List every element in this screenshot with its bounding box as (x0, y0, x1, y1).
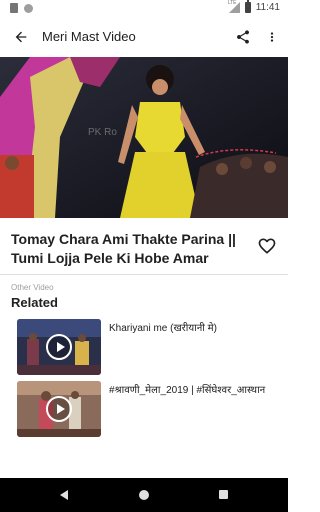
share-button[interactable] (232, 26, 254, 48)
sync-dot-icon (24, 3, 33, 13)
network-type: LTE (227, 0, 237, 6)
back-button[interactable] (10, 26, 32, 48)
more-vert-icon (270, 32, 274, 42)
more-options-button[interactable] (262, 26, 282, 48)
related-video-title: #श्रावणी_मेला_2019 | #सिंघेश्वर_आस्थान (109, 385, 266, 396)
related-video-item[interactable]: Khariyani me (खरीयानी मे) (0, 319, 288, 377)
status-right-icons: LTE 11:41 (227, 0, 280, 13)
play-circle-icon (46, 396, 72, 422)
app-bar: Meri Mast Video (0, 17, 288, 57)
battery-icon (244, 0, 251, 13)
share-icon (237, 30, 249, 44)
nav-back-icon[interactable] (60, 490, 68, 500)
play-circle-icon (46, 334, 72, 360)
file-icon (10, 3, 18, 13)
related-video-item[interactable]: #श्रावणी_मेला_2019 | #सिंघेश्वर_आस्थान (0, 381, 288, 439)
nav-recents-icon[interactable] (219, 490, 228, 499)
related-video-title: Khariyani me (खरीयानी मे) (109, 323, 217, 334)
page-title: Meri Mast Video (42, 29, 136, 44)
system-nav-bar (0, 478, 288, 512)
video-title: Tomay Chara Ami Thakte Parina || Tumi Lo… (11, 231, 236, 266)
signal-icon: LTE (227, 0, 240, 13)
video-player[interactable]: PK Ro (0, 57, 288, 218)
status-left-icons (10, 3, 33, 13)
video-thumbnail[interactable] (17, 319, 101, 375)
section-caption: Other Video (11, 283, 54, 292)
heart-outline-icon (258, 238, 276, 254)
favorite-button[interactable] (256, 235, 278, 257)
video-thumbnail[interactable] (17, 381, 101, 437)
section-heading: Related (11, 295, 58, 310)
video-watermark: PK Ro (88, 127, 117, 138)
divider (0, 274, 288, 275)
status-bar: LTE 11:41 (0, 0, 288, 17)
status-time: 11:41 (255, 2, 280, 13)
nav-home-icon[interactable] (139, 490, 149, 500)
arrow-back-icon (15, 31, 27, 43)
video-frame: PK Ro (0, 57, 288, 218)
